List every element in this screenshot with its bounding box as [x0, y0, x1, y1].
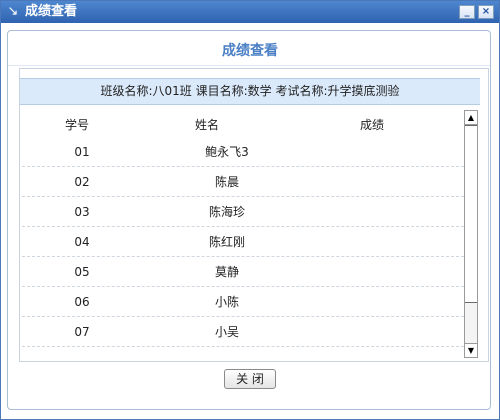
student-id-cell: 05: [74, 265, 90, 279]
table-row[interactable]: 08 小张: [22, 347, 464, 356]
table-row[interactable]: 05 莫静: [22, 257, 464, 287]
table-row[interactable]: 07 小吴: [22, 317, 464, 347]
student-name-cell: 陈海珍: [208, 205, 245, 219]
student-id-cell: 03: [74, 205, 90, 219]
student-name-cell: 小陈: [214, 295, 239, 309]
student-name-cell: 陈红刚: [208, 235, 245, 249]
table-row[interactable]: 06 小陈: [22, 287, 464, 317]
table-row[interactable]: 03 陈海珍: [22, 197, 464, 227]
student-name-cell: 小吴: [214, 325, 239, 339]
table-row[interactable]: 02 陈晨: [22, 167, 464, 197]
scroll-down-arrow-icon[interactable]: ▼: [465, 343, 477, 357]
list-scrollbar[interactable]: ▲ ▼: [464, 110, 478, 358]
table-body: 01 鲍永飞3 02 陈晨 03 陈海珍 04 陈红刚 05 莫静 06 小陈 …: [0, 0, 500, 356]
scroll-up-arrow-icon[interactable]: ▲: [465, 111, 477, 125]
student-id-cell: 08: [72, 347, 92, 356]
student-id-cell: 02: [74, 175, 90, 189]
student-name-cell: 小张: [177, 347, 277, 356]
student-name-cell: 鲍永飞3: [205, 145, 249, 159]
student-id-cell: 07: [74, 325, 90, 339]
scroll-thumb[interactable]: [465, 125, 477, 303]
table-row[interactable]: 01 鲍永飞3: [22, 137, 464, 167]
student-id-cell: 06: [74, 295, 90, 309]
student-id-cell: 04: [74, 235, 90, 249]
table-row[interactable]: 04 陈红刚: [22, 227, 464, 257]
close-button[interactable]: 关 闭: [224, 369, 276, 389]
student-name-cell: 陈晨: [214, 175, 239, 189]
student-id-cell: 01: [74, 145, 90, 159]
student-name-cell: 莫静: [214, 265, 239, 279]
